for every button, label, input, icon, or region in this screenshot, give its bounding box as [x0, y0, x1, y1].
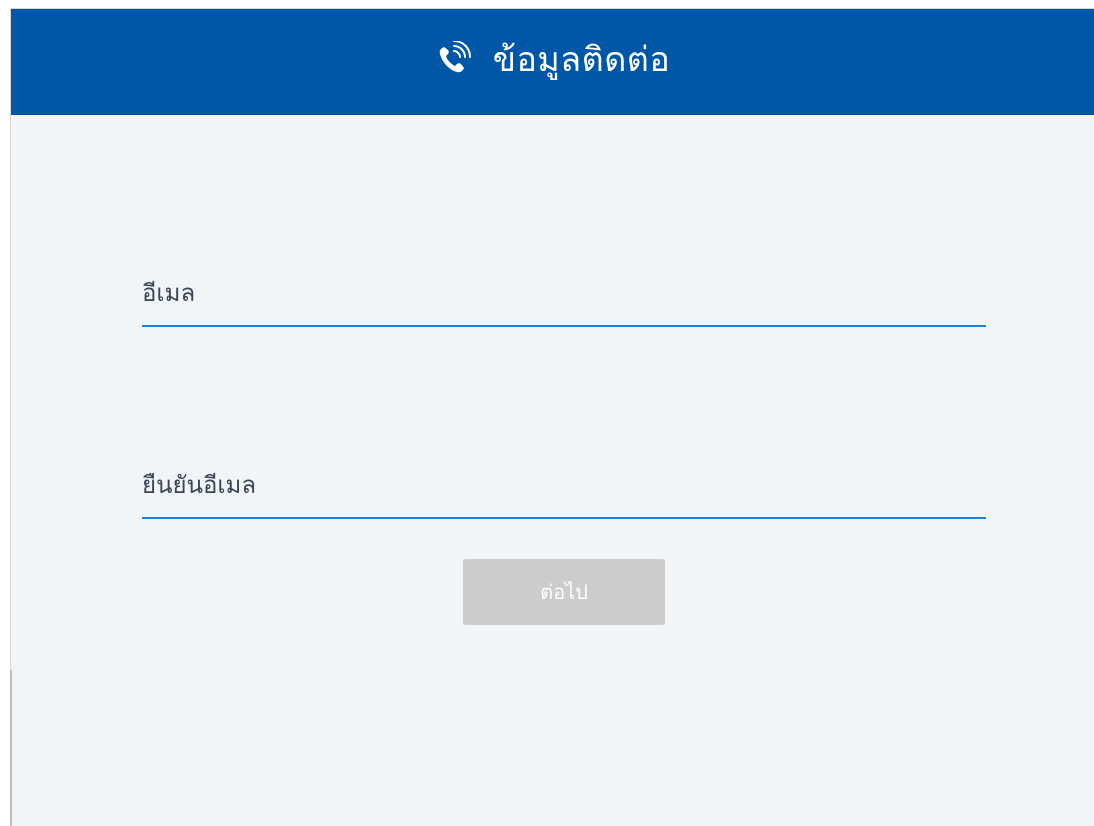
confirm-email-underline — [142, 517, 986, 519]
email-input[interactable] — [142, 271, 990, 313]
email-underline — [142, 325, 986, 327]
frame-edge — [10, 670, 12, 826]
header-bar: ข้อมูลติดต่อ — [11, 9, 1094, 115]
confirm-email-input[interactable] — [142, 463, 990, 505]
email-field-group: อีเมล — [142, 259, 990, 329]
next-button[interactable]: ต่อไป — [463, 559, 665, 625]
confirm-email-field-group: ยืนยันอีเมล — [142, 451, 990, 521]
header-content: ข้อมูลติดต่อ — [435, 32, 671, 86]
contact-info-panel: ข้อมูลติดต่อ อีเมล ยืนยันอีเมล ต่อไป — [10, 8, 1094, 826]
page-title: ข้อมูลติดต่อ — [492, 40, 671, 80]
phone-ringing-icon — [435, 40, 471, 77]
